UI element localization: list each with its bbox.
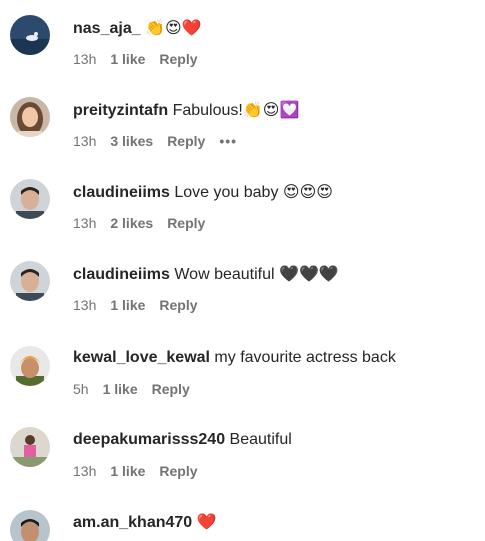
avatar[interactable] — [10, 346, 50, 386]
comment-time: 13h — [73, 133, 97, 149]
emoji-reactions-icon: 😍😍😍 — [282, 182, 333, 201]
comment-item: nas_aja_ 👏😍❤️ 13h 1 like Reply — [0, 0, 485, 82]
comment-time: 5h — [73, 381, 89, 397]
comment-meta: 13h 1 like Reply — [73, 462, 212, 480]
comment-time: 13h — [73, 51, 97, 67]
comment-time: 13h — [73, 297, 97, 313]
emoji-reactions-icon: 🖤🖤🖤 — [279, 264, 339, 283]
comment-likes[interactable]: 2 likes — [110, 215, 153, 231]
comment-likes[interactable]: 1 like — [110, 463, 145, 479]
comment-username[interactable]: nas_aja_ — [73, 20, 141, 37]
avatar[interactable] — [10, 427, 50, 467]
comment-username[interactable]: preityzintafn — [73, 102, 168, 119]
avatar[interactable] — [10, 15, 50, 55]
comment-likes[interactable]: 1 like — [110, 297, 145, 313]
comment-line: claudineiims Love you baby 😍😍😍 — [73, 182, 333, 203]
comment-likes[interactable]: 1 like — [103, 381, 138, 397]
comment-meta: 13h 2 likes Reply — [73, 214, 219, 232]
comment-item: kewal_love_kewal my favourite actress ba… — [0, 328, 485, 410]
reply-button[interactable]: Reply — [159, 297, 197, 313]
comment-item: am.an_khan470 ❤️ — [0, 492, 485, 541]
more-options-icon[interactable]: ••• — [219, 133, 237, 149]
comment-line: am.an_khan470 ❤️ — [73, 512, 217, 533]
reply-button[interactable]: Reply — [152, 381, 190, 397]
avatar[interactable] — [10, 179, 50, 219]
comment-meta: 13h 1 like Reply — [73, 296, 212, 314]
avatar[interactable] — [10, 261, 50, 301]
comment-text: Beautiful — [225, 431, 292, 448]
emoji-reactions-icon: 👏😍❤️ — [145, 18, 202, 37]
comment-line: kewal_love_kewal my favourite actress ba… — [73, 348, 396, 368]
heart-icon: ❤️ — [196, 512, 217, 531]
comment-username[interactable]: am.an_khan470 — [73, 514, 192, 531]
emoji-reactions-icon: 👏😍💟 — [242, 100, 300, 119]
comment-line: nas_aja_ 👏😍❤️ — [73, 18, 202, 39]
reply-button[interactable]: Reply — [159, 51, 197, 67]
comment-time: 13h — [73, 463, 97, 479]
comment-item: preityzintafn Fabulous!👏😍💟 13h 3 likes Rep… — [0, 82, 485, 164]
reply-button[interactable]: Reply — [167, 133, 205, 149]
reply-button[interactable]: Reply — [167, 215, 205, 231]
comment-item: claudineiims Love you baby 😍😍😍 13h 2 like… — [0, 164, 485, 246]
comment-text: Wow beautiful — [169, 266, 280, 283]
comment-text: my favourite actress back — [209, 349, 396, 366]
avatar[interactable] — [10, 97, 50, 137]
reply-button[interactable]: Reply — [159, 463, 197, 479]
comment-text: Fabulous! — [168, 102, 243, 119]
comment-likes[interactable]: 3 likes — [110, 133, 153, 149]
comment-username[interactable]: kewal_love_kewal — [73, 349, 210, 366]
comment-username[interactable]: claudineiims — [73, 266, 170, 283]
avatar[interactable] — [10, 510, 50, 541]
comment-meta: 13h 1 like Reply — [73, 50, 212, 68]
comment-line: claudineiims Wow beautiful 🖤🖤🖤 — [73, 264, 339, 285]
comment-line: preityzintafn Fabulous!👏😍💟 — [73, 100, 299, 121]
comment-item: claudineiims Wow beautiful 🖤🖤🖤 13h 1 like… — [0, 246, 485, 328]
comment-item: deepakumarisss240 Beautiful 13h 1 like Rep… — [0, 410, 485, 492]
comment-text: Love you baby — [169, 184, 283, 201]
comment-meta: 13h 3 likes Reply ••• — [73, 132, 251, 150]
comment-likes[interactable]: 1 like — [110, 51, 145, 67]
comment-meta: 5h 1 like Reply — [73, 380, 204, 398]
comment-time: 13h — [73, 215, 97, 231]
comment-username[interactable]: claudineiims — [73, 184, 170, 201]
comment-username[interactable]: deepakumarisss240 — [73, 431, 225, 448]
comment-line: deepakumarisss240 Beautiful — [73, 430, 292, 450]
